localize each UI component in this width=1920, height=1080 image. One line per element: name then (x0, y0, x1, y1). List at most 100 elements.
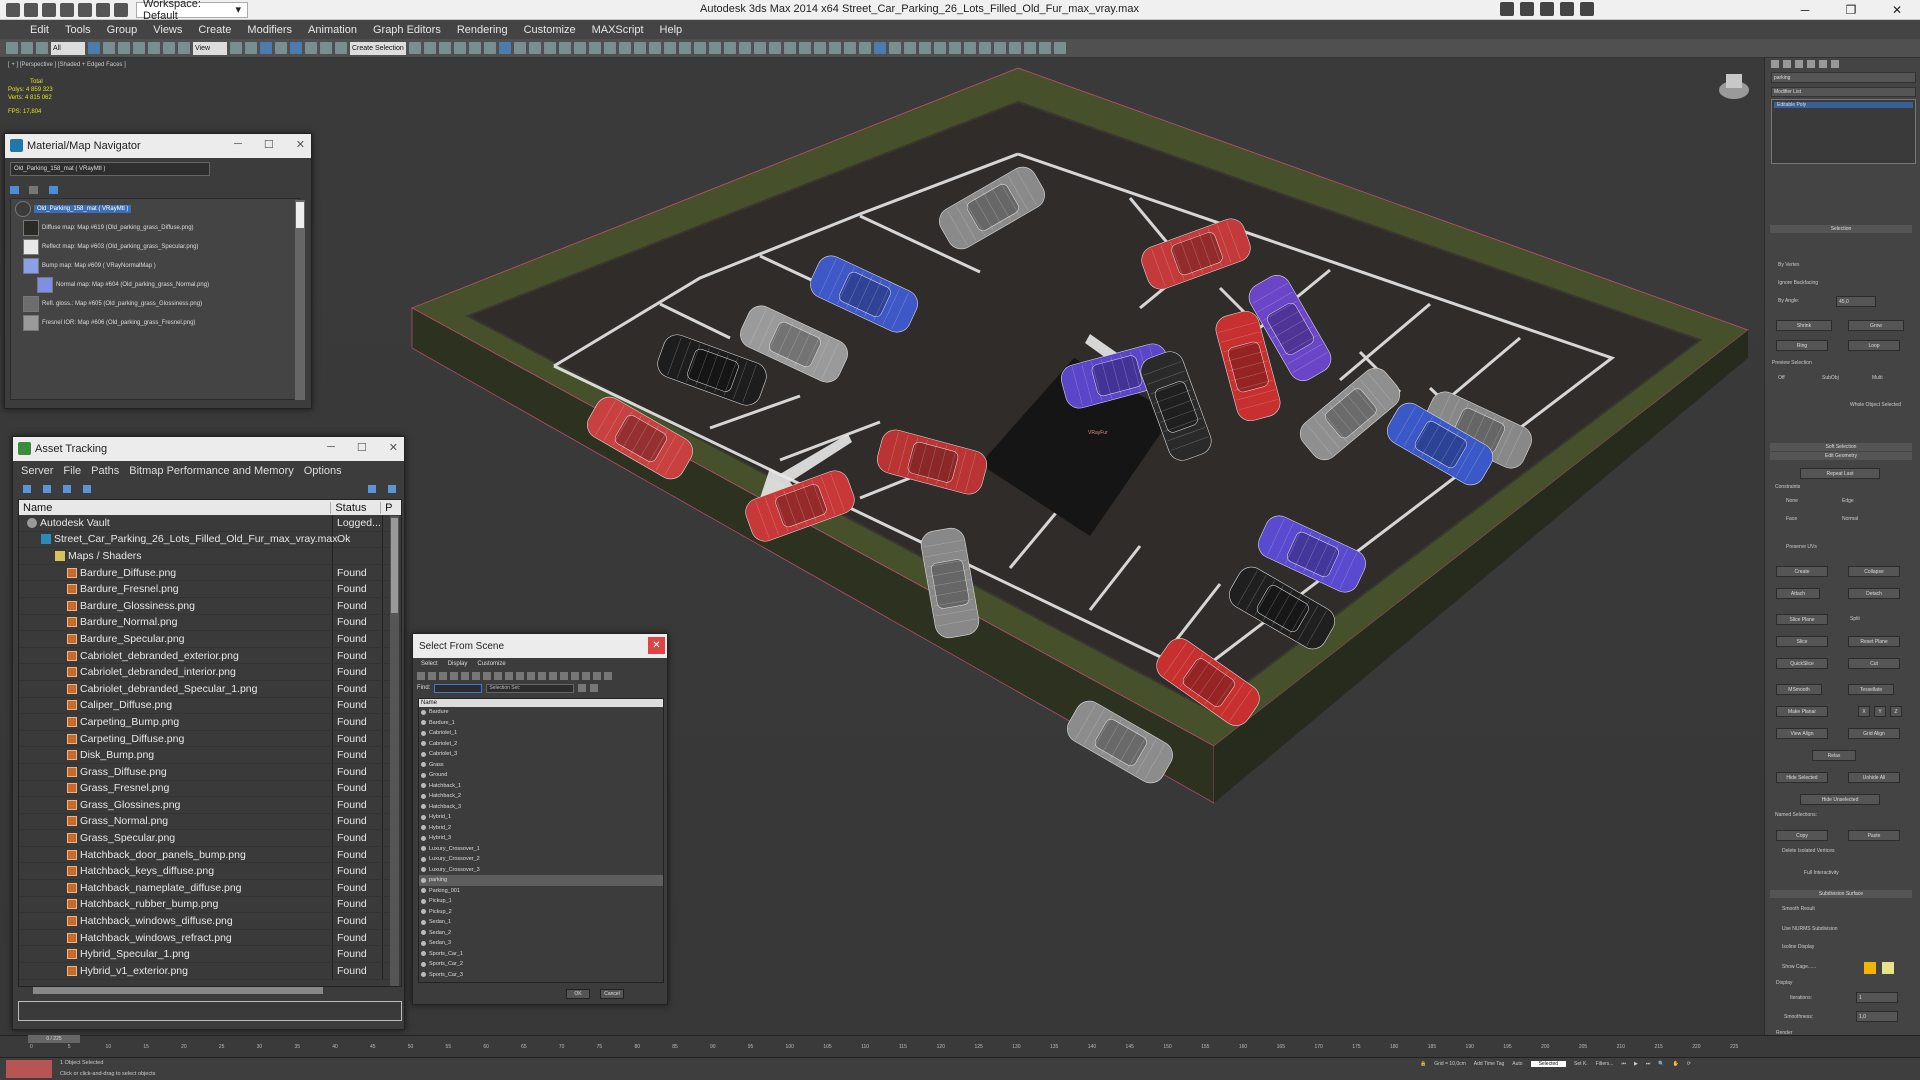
vray-vfb-icon[interactable] (739, 42, 751, 54)
view-small-icons-icon[interactable] (48, 186, 58, 194)
list-item[interactable]: Luxury_Crossover_2 (419, 854, 663, 865)
list-item[interactable]: Hatchback_3 (419, 802, 663, 813)
asset-horizontal-scrollbar[interactable] (33, 987, 323, 994)
vray-cloud-icon[interactable] (1024, 42, 1036, 54)
close-icon[interactable]: ✕ (296, 138, 305, 151)
iterations-spinner[interactable]: 1 (1856, 992, 1898, 1003)
preserve-uvs-checkbox[interactable]: Preserve UVs (1786, 544, 1817, 550)
motion-tab-icon[interactable] (1807, 60, 1815, 68)
bind-space-warp-icon[interactable] (36, 42, 48, 54)
menu-modifiers[interactable]: Modifiers (247, 24, 292, 36)
table-row[interactable]: Hatchback_keys_diffuse.png Found (19, 863, 401, 881)
table-row[interactable]: Maps / Shaders (19, 548, 401, 565)
slice-plane-button[interactable]: Slice Plane (1776, 614, 1828, 625)
copy-button[interactable]: Copy (1776, 830, 1828, 841)
close-icon[interactable]: ✕ (648, 637, 665, 654)
table-row[interactable]: Hybrid_Specular_1.png Found (19, 946, 401, 964)
selection-set-icon[interactable] (578, 684, 587, 692)
add-selection-set-icon[interactable] (590, 684, 599, 692)
list-item[interactable]: Sedan_2 (419, 928, 663, 939)
close-icon[interactable]: ✕ (1874, 0, 1920, 20)
vray-physical-camera-icon[interactable] (949, 42, 961, 54)
stack-item-editable-poly[interactable]: Editable Poly (1774, 102, 1913, 108)
sfs-menu-display[interactable]: Display (448, 661, 468, 667)
collapse-button[interactable]: Collapse (1848, 566, 1900, 577)
named-selection-dropdown[interactable]: Create Selection (350, 41, 406, 55)
display-none-icon[interactable] (527, 672, 535, 680)
list-item[interactable]: Sports_Car_1 (419, 949, 663, 960)
table-row[interactable]: Cabriolet_debranded_interior.png Found (19, 664, 401, 681)
table-view-icon[interactable] (83, 485, 91, 493)
sync-selection-icon[interactable] (549, 672, 557, 680)
asset-menu-options[interactable]: Options (304, 465, 342, 477)
vray-scene-converter-icon[interactable] (709, 42, 721, 54)
table-row[interactable]: Bardure_Specular.png Found (19, 631, 401, 648)
vray-swarm-icon[interactable] (1054, 42, 1066, 54)
create-tab-icon[interactable] (1771, 60, 1779, 68)
checkin-icon[interactable] (63, 485, 71, 493)
constraint-none-radio[interactable]: None (1786, 498, 1798, 504)
table-row[interactable]: Hybrid_v1_exterior.png Found (19, 963, 401, 980)
list-item[interactable]: Pickup_2 (419, 907, 663, 918)
rollout-header-soft-selection[interactable]: Soft Selection (1770, 443, 1912, 451)
vray-dome-icon[interactable] (799, 42, 811, 54)
minimize-icon[interactable]: ─ (327, 441, 335, 454)
select-rotate-icon[interactable] (163, 42, 175, 54)
select-none-icon[interactable] (571, 672, 579, 680)
curve-editor-icon[interactable] (469, 42, 481, 54)
make-planar-button[interactable]: Make Planar (1776, 706, 1828, 717)
time-slider[interactable]: 0 / 225 (28, 1035, 80, 1043)
star-icon[interactable] (1560, 2, 1574, 16)
table-row[interactable]: Disk_Bump.png Found (19, 747, 401, 764)
create-button[interactable]: Create (1776, 566, 1828, 577)
ring-button[interactable]: Ring (1776, 340, 1828, 351)
list-item[interactable]: Parking_001 (419, 886, 663, 897)
save-file-icon[interactable] (60, 2, 74, 17)
close-icon[interactable]: ✕ (389, 441, 398, 454)
asset-menu-server[interactable]: Server (21, 465, 53, 477)
view-align-button[interactable]: View Align (1776, 728, 1828, 739)
vray-material-icon[interactable] (679, 42, 691, 54)
constraint-normal-radio[interactable]: Normal (1842, 516, 1858, 522)
table-row[interactable]: Hatchback_windows_diffuse.png Found (19, 913, 401, 930)
view-list-icon[interactable] (10, 186, 19, 194)
vray-frame-buffer-icon[interactable] (664, 42, 676, 54)
pivot-center-icon[interactable] (230, 42, 242, 54)
list-item[interactable]: Grass (419, 760, 663, 771)
table-row[interactable]: Bardure_Diffuse.png Found (19, 564, 401, 582)
object-name-field[interactable]: parking (1771, 72, 1916, 83)
tree-item-reflect[interactable]: Reflect map: Map #603 (Old_parking_grass… (23, 239, 198, 255)
display-lights-icon[interactable] (439, 672, 447, 680)
repeat-last-button[interactable]: Repeat Last (1800, 468, 1880, 479)
vray-plane-icon[interactable] (649, 42, 661, 54)
table-row[interactable]: Hatchback_nameplate_diffuse.png Found (19, 880, 401, 897)
unhide-all-button[interactable]: Unhide All (1848, 772, 1900, 783)
checkout-icon[interactable] (43, 485, 51, 493)
tree-item-gloss[interactable]: Refl. gloss.: Map #605 (Old_parking_gras… (23, 296, 202, 312)
menu-help[interactable]: Help (660, 24, 683, 36)
app-menu-icon[interactable] (6, 2, 20, 17)
display-groups-icon[interactable] (483, 672, 491, 680)
scrollbar-thumb[interactable] (391, 518, 398, 613)
align-icon[interactable] (424, 42, 436, 54)
vray-sun-icon[interactable] (589, 42, 601, 54)
key-filters-button[interactable]: Filters... (1596, 1061, 1614, 1067)
menu-group[interactable]: Group (107, 24, 138, 36)
select-by-name-icon[interactable] (103, 42, 115, 54)
table-row[interactable]: Hatchback_door_panels_bump.png Found (19, 846, 401, 864)
cut-button[interactable]: Cut (1848, 658, 1900, 669)
viewport-label[interactable]: [ + ] [Perspective ] [Shaded + Edged Fac… (8, 62, 126, 68)
vray-mesh-export-icon[interactable] (724, 42, 736, 54)
scrollbar-thumb[interactable] (296, 202, 304, 228)
table-row[interactable]: Grass_Diffuse.png Found (19, 763, 401, 781)
vray-decal-icon[interactable] (889, 42, 901, 54)
list-item[interactable]: Sedan_3 (419, 938, 663, 949)
cage-color-swatch[interactable] (1864, 962, 1876, 974)
rollout-header-subdivision[interactable]: Subdivision Surface (1770, 890, 1912, 898)
vray-light-icon[interactable] (574, 42, 586, 54)
asset-tracking-titlebar[interactable]: Asset Tracking ─ ☐ ✕ (13, 437, 404, 461)
quickslice-button[interactable]: QuickSlice (1776, 658, 1828, 669)
display-all-icon[interactable] (516, 672, 524, 680)
display-helpers-icon[interactable] (461, 672, 469, 680)
vray-settings-icon[interactable] (769, 42, 781, 54)
